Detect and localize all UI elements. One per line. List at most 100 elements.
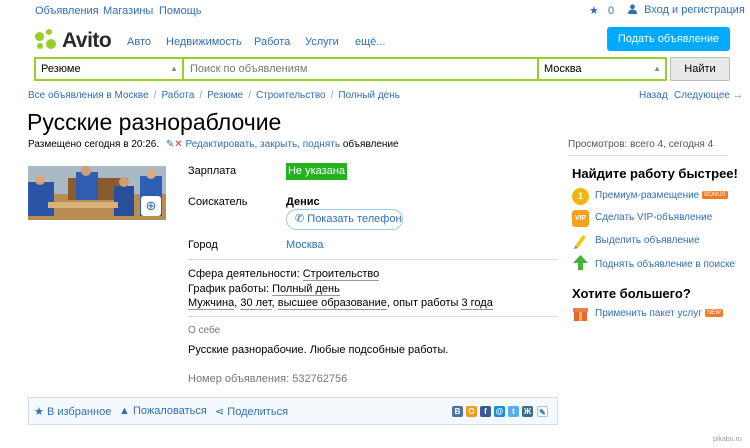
mailru-icon[interactable]: @ bbox=[494, 406, 505, 417]
livejournal-icon[interactable]: Ж bbox=[522, 406, 533, 417]
nav-auto[interactable]: Авто bbox=[127, 36, 151, 48]
lift-icon bbox=[572, 254, 589, 271]
sphere-label: Сфера деятельности: bbox=[188, 268, 300, 280]
category-value: Резюме bbox=[41, 63, 81, 75]
vip-icon: VIP bbox=[572, 210, 589, 227]
top-bar: Объявления Магазины Помощь ★ 0 Вход и ре… bbox=[0, 0, 750, 22]
vk-icon[interactable]: В bbox=[452, 406, 463, 417]
share-label: Поделиться bbox=[227, 406, 289, 418]
ok-icon[interactable]: О bbox=[466, 406, 477, 417]
vip-link[interactable]: Сделать VIP-объявление bbox=[595, 212, 712, 223]
package-label: Применить пакет услуг bbox=[595, 308, 702, 319]
seeker-name: Денис bbox=[286, 196, 320, 208]
age-value[interactable]: 30 лет bbox=[240, 297, 272, 310]
watermark: pikabu.ru bbox=[713, 436, 742, 443]
about-label: О себе bbox=[188, 325, 221, 336]
seeker-label: Соискатель bbox=[188, 196, 248, 208]
share-button[interactable]: ⋖ Поделиться bbox=[215, 405, 288, 418]
city-select[interactable]: Москва ▲ bbox=[539, 59, 665, 79]
complain-button[interactable]: ▲ Пожаловаться bbox=[119, 405, 207, 417]
sphere-value[interactable]: Строительство bbox=[302, 268, 380, 281]
show-phone-label: Показать телефон bbox=[307, 213, 402, 225]
highlight-icon bbox=[572, 232, 589, 249]
about-text: Русские разнорабочие. Любые подсобные ра… bbox=[188, 344, 449, 356]
show-phone-button[interactable]: ✆ Показать телефон bbox=[286, 209, 403, 230]
package-link[interactable]: Применить пакет услуг NEW bbox=[595, 308, 723, 319]
star-icon: ★ bbox=[34, 406, 44, 418]
views-counter: Просмотров: всего 4, сегодня 4 bbox=[568, 139, 714, 150]
city-value: Москва bbox=[544, 63, 582, 75]
crumb-fullday[interactable]: Полный день bbox=[338, 90, 400, 101]
phone-icon: ✆ bbox=[295, 213, 305, 225]
next-link[interactable]: Следующее → bbox=[674, 90, 743, 101]
logo-text: Avito bbox=[62, 29, 112, 52]
top-link-ads[interactable]: Объявления bbox=[35, 5, 99, 17]
search-input[interactable] bbox=[184, 59, 537, 79]
nav-more[interactable]: ещё... bbox=[355, 36, 385, 48]
share-icon: ⋖ bbox=[215, 406, 225, 418]
divider bbox=[188, 316, 558, 317]
top-link-help[interactable]: Помощь bbox=[159, 5, 202, 17]
new-tag: NEW bbox=[704, 309, 723, 317]
highlight-link[interactable]: Выделить объявление bbox=[595, 235, 700, 246]
star-icon: ★ bbox=[589, 5, 599, 17]
lift-link[interactable]: Поднять объявление в поиске bbox=[595, 259, 735, 270]
salary-label: Зарплата bbox=[188, 165, 237, 177]
add-favorite-button[interactable]: ★ В избранное bbox=[34, 405, 111, 418]
user-icon bbox=[628, 4, 640, 16]
city-link[interactable]: Москва bbox=[286, 239, 324, 251]
link-icon[interactable]: ✎ bbox=[537, 406, 548, 417]
listing-meta: Размещено сегодня в 20:26. ✎✕ Редактиров… bbox=[28, 139, 399, 150]
post-ad-button[interactable]: Подать объявление bbox=[607, 27, 730, 51]
premium-label: Премиум-размещение bbox=[595, 190, 700, 201]
logo-dots-icon bbox=[34, 28, 58, 52]
crumb-jobs[interactable]: Работа bbox=[161, 90, 194, 101]
zoom-icon[interactable]: ⊕ bbox=[141, 196, 161, 216]
add-favorite-label: В избранное bbox=[46, 406, 112, 418]
nav-services[interactable]: Услуги bbox=[305, 36, 339, 48]
complain-label: Пожаловаться bbox=[132, 405, 207, 417]
premium-link[interactable]: Премиум-размещение BONUS bbox=[595, 190, 728, 201]
close-icon: ✕ bbox=[174, 139, 183, 150]
page-title: Русские разнораблочие bbox=[27, 109, 282, 135]
category-arrows-icon: ▲ bbox=[170, 64, 178, 73]
crumb-all[interactable]: Все объявления в Москве bbox=[28, 90, 149, 101]
warning-icon: ▲ bbox=[119, 405, 130, 417]
login-label: Вход и регистрация bbox=[644, 4, 745, 16]
package-icon bbox=[572, 305, 589, 322]
schedule-line: График работы: Полный день bbox=[188, 283, 340, 296]
education-value[interactable]: высшее образование bbox=[277, 297, 387, 310]
nav-jobs[interactable]: Работа bbox=[254, 36, 290, 48]
favorites-count: 0 bbox=[607, 5, 615, 17]
nav-realty[interactable]: Недвижимость bbox=[166, 36, 242, 48]
category-select[interactable]: Резюме ▲ bbox=[36, 59, 182, 79]
city-arrows-icon: ▲ bbox=[653, 64, 661, 73]
find-button[interactable]: Найти bbox=[670, 57, 730, 81]
crumb-resume[interactable]: Резюме bbox=[207, 90, 243, 101]
gender-value[interactable]: Мужчина bbox=[188, 297, 235, 310]
salary-badge: Не указана bbox=[286, 163, 347, 180]
details-line: Мужчина, 30 лет, высшее образование, опы… bbox=[188, 297, 493, 310]
schedule-label: График работы: bbox=[188, 283, 270, 295]
bonus-tag: BONUS bbox=[702, 191, 728, 199]
crumb-construction[interactable]: Строительство bbox=[256, 90, 326, 101]
sidebar-heading-more: Хотите большего? bbox=[572, 286, 691, 301]
avito-logo[interactable]: Avito bbox=[34, 28, 124, 52]
top-link-shops[interactable]: Магазины bbox=[103, 5, 153, 17]
posted-date: Размещено сегодня в 20:26. bbox=[28, 139, 160, 150]
twitter-icon[interactable]: t bbox=[508, 406, 519, 417]
login-link[interactable]: Вход и регистрация bbox=[628, 4, 745, 16]
schedule-value[interactable]: Полный день bbox=[272, 283, 340, 296]
premium-icon: 1 bbox=[572, 188, 589, 205]
sidebar-divider bbox=[568, 155, 728, 156]
sidebar-heading-faster: Найдите работу быстрее! bbox=[572, 166, 738, 181]
back-link[interactable]: Назад bbox=[639, 90, 668, 101]
favorites-link[interactable]: ★ 0 bbox=[589, 4, 614, 17]
action-bar: ★ В избранное ▲ Пожаловаться ⋖ Поделитьс… bbox=[28, 397, 558, 425]
sphere-line: Сфера деятельности: Строительство bbox=[188, 268, 380, 281]
breadcrumb: Все объявления в Москве / Работа / Резюме / Ст… bbox=[28, 90, 400, 101]
experience-value[interactable]: 3 года bbox=[461, 297, 493, 310]
edit-links[interactable]: Редактировать, закрыть, поднять bbox=[185, 139, 340, 150]
facebook-icon[interactable]: f bbox=[480, 406, 491, 417]
edit-suffix: объявление bbox=[342, 139, 399, 150]
